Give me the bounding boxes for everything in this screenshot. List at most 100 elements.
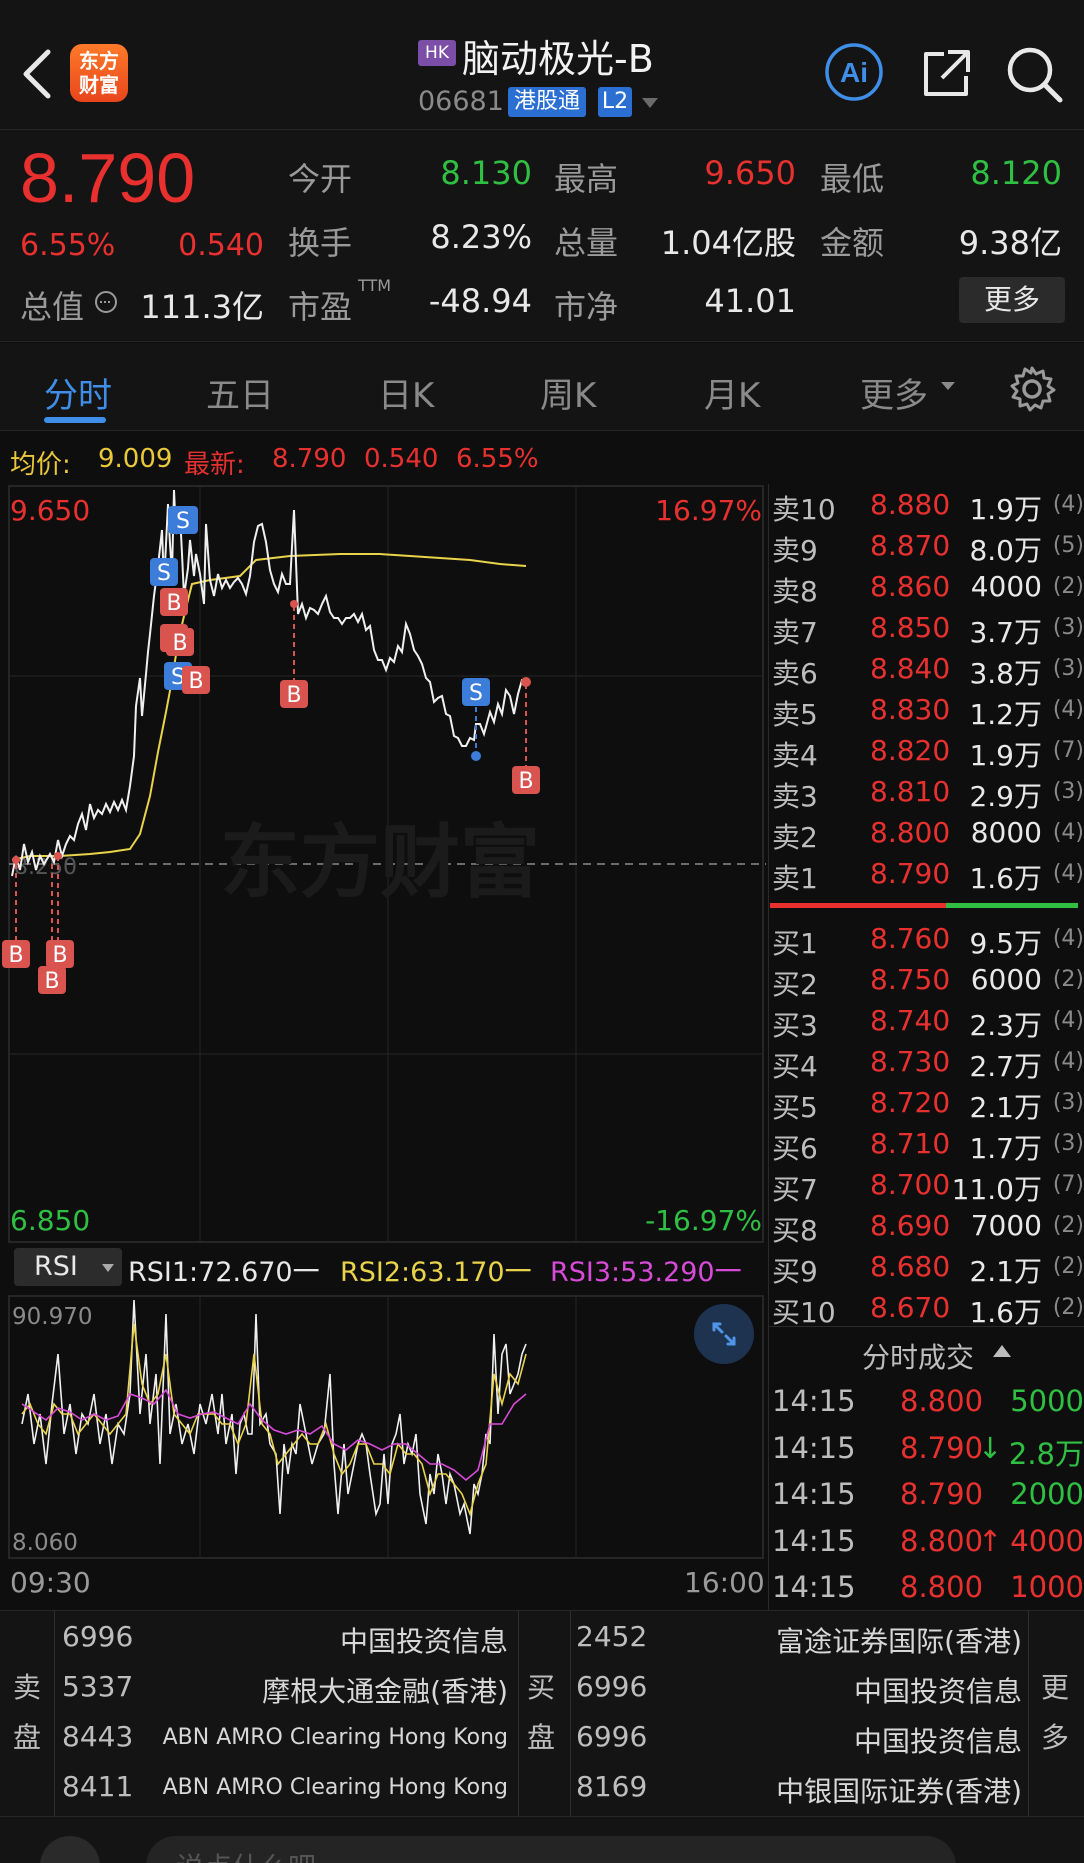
ai-icon-label: Ai bbox=[840, 57, 868, 88]
gear-icon[interactable] bbox=[1008, 365, 1056, 413]
app-logo[interactable]: 东方 财富 bbox=[70, 44, 128, 102]
bid-price: 8.690 bbox=[870, 1209, 951, 1242]
bid-level-label: 买4 bbox=[772, 1050, 818, 1083]
trade-row: 14:15 8.800 ↑ 4000 bbox=[770, 1520, 1084, 1564]
buy-broker-name[interactable]: 中国投资信息 bbox=[854, 1720, 1022, 1760]
tab-intraday[interactable]: 分时 bbox=[44, 368, 112, 417]
ask-level-label: 卖3 bbox=[772, 780, 818, 813]
ask-volume: 3.8万 bbox=[969, 657, 1042, 690]
tab-five-day[interactable]: 五日 bbox=[206, 368, 274, 417]
bid-price: 8.720 bbox=[870, 1086, 951, 1119]
indicator-dropdown-icon[interactable] bbox=[102, 1264, 114, 1272]
ask-level-label: 卖9 bbox=[772, 534, 818, 567]
ask-order-count: (4) bbox=[1052, 492, 1084, 517]
rsi-frame bbox=[8, 1295, 764, 1559]
search-icon[interactable] bbox=[1004, 44, 1064, 104]
sell-broker-name[interactable]: 摩根大通金融(香港) bbox=[262, 1670, 508, 1710]
tab-more[interactable]: 更多 bbox=[860, 368, 928, 417]
bid-row[interactable]: 买2 8.750 6000 (2) bbox=[770, 959, 1084, 1001]
latest-price-value: 8.790 bbox=[272, 444, 347, 474]
tab-monthly-k[interactable]: 月K bbox=[704, 368, 760, 417]
sell-broker-name[interactable]: ABN AMRO Clearing Hong Kong bbox=[163, 1725, 508, 1750]
expand-chart-icon[interactable] bbox=[694, 1304, 754, 1364]
ask-row[interactable]: 卖3 8.810 2.9万 (3) bbox=[770, 771, 1084, 813]
ask-order-count: (5) bbox=[1052, 533, 1084, 558]
bid-volume: 2.1万 bbox=[969, 1091, 1042, 1124]
broker-more-label-1[interactable]: 更 bbox=[1040, 1662, 1070, 1714]
back-arrow-icon[interactable] bbox=[18, 48, 58, 100]
high-value: 9.650 bbox=[704, 154, 796, 192]
broker-more-label-2[interactable]: 多 bbox=[1040, 1712, 1070, 1764]
svg-text:B: B bbox=[172, 631, 187, 656]
trades-title[interactable]: 分时成交 bbox=[862, 1336, 974, 1376]
svg-text:S: S bbox=[157, 561, 171, 586]
share-icon[interactable] bbox=[918, 46, 974, 102]
tab-more-dropdown-icon[interactable] bbox=[940, 380, 956, 392]
trade-price: 8.800 bbox=[900, 1523, 984, 1558]
ask-row[interactable]: 卖7 8.850 3.7万 (3) bbox=[770, 607, 1084, 649]
bid-row[interactable]: 买4 8.730 2.7万 (4) bbox=[770, 1041, 1084, 1083]
ask-row[interactable]: 卖4 8.820 1.9万 (7) bbox=[770, 730, 1084, 772]
ask-row[interactable]: 卖2 8.800 8000 (4) bbox=[770, 812, 1084, 854]
bid-row[interactable]: 买9 8.680 2.1万 (2) bbox=[770, 1246, 1084, 1288]
bid-price: 8.710 bbox=[870, 1127, 951, 1160]
sell-broker-name[interactable]: ABN AMRO Clearing Hong Kong bbox=[163, 1775, 508, 1800]
bid-row[interactable]: 买3 8.740 2.3万 (4) bbox=[770, 1000, 1084, 1042]
ask-order-count: (3) bbox=[1052, 615, 1084, 640]
svg-text:B: B bbox=[8, 943, 23, 968]
ask-row[interactable]: 卖1 8.790 1.6万 (4) bbox=[770, 853, 1084, 895]
ask-row[interactable]: 卖8 8.860 4000 (2) bbox=[770, 566, 1084, 608]
buy-broker-name[interactable]: 富途证券国际(香港) bbox=[776, 1620, 1022, 1660]
ask-volume: 4000 bbox=[970, 570, 1042, 603]
ai-assistant-icon[interactable]: Ai bbox=[824, 42, 884, 102]
avg-price-label: 均价: bbox=[10, 450, 71, 480]
sell-broker-name[interactable]: 中国投资信息 bbox=[340, 1620, 508, 1660]
ask-volume: 8.0万 bbox=[969, 534, 1042, 567]
bid-row[interactable]: 买6 8.710 1.7万 (3) bbox=[770, 1123, 1084, 1165]
more-quote-button[interactable]: 更多 bbox=[959, 277, 1065, 323]
bid-level-label: 买8 bbox=[772, 1214, 818, 1247]
bid-order-count: (7) bbox=[1052, 1172, 1084, 1197]
stock-switch-dropdown-icon[interactable] bbox=[642, 98, 658, 108]
bid-level-label: 买5 bbox=[772, 1091, 818, 1124]
broker-divider bbox=[518, 1610, 519, 1816]
ask-row[interactable]: 卖10 8.880 1.9万 (4) bbox=[770, 484, 1084, 526]
broker-divider bbox=[570, 1610, 571, 1816]
comment-input[interactable]: 说点什么吧 bbox=[146, 1836, 956, 1863]
tab-daily-k[interactable]: 日K bbox=[378, 368, 434, 417]
info-circle-icon[interactable] bbox=[94, 290, 118, 314]
amount-label: 金额 bbox=[820, 224, 885, 262]
bid-row[interactable]: 买7 8.700 11.0万 (7) bbox=[770, 1164, 1084, 1206]
bid-order-count: (4) bbox=[1052, 926, 1084, 951]
y-axis-max: 9.650 bbox=[10, 494, 90, 527]
amount-value: 9.38亿 bbox=[958, 224, 1062, 262]
rsi-chart[interactable]: 90.970 8.060 bbox=[0, 1294, 766, 1564]
latest-change-value: 0.540 bbox=[364, 444, 439, 474]
bid-row[interactable]: 买5 8.720 2.1万 (3) bbox=[770, 1082, 1084, 1124]
svg-text:B: B bbox=[188, 669, 203, 694]
high-label: 最高 bbox=[554, 160, 619, 198]
bid-order-count: (4) bbox=[1052, 1049, 1084, 1074]
intraday-chart[interactable]: 东方财富 9.650 6.850 16.97% -16.97% 8.250 B … bbox=[0, 484, 766, 1244]
tab-weekly-k[interactable]: 周K bbox=[540, 368, 596, 417]
bid-row[interactable]: 买10 8.670 1.6万 (2) bbox=[770, 1287, 1084, 1329]
ask-price: 8.790 bbox=[870, 857, 951, 890]
ask-row[interactable]: 卖9 8.870 8.0万 (5) bbox=[770, 525, 1084, 567]
rsi2-label: RSI2:63.170一 bbox=[340, 1257, 532, 1288]
buy-broker-name[interactable]: 中银国际证券(香港) bbox=[776, 1770, 1022, 1810]
caret-up-icon[interactable] bbox=[992, 1344, 1012, 1358]
ask-price: 8.860 bbox=[870, 570, 951, 603]
bid-order-count: (3) bbox=[1052, 1090, 1084, 1115]
level2-tag: L2 bbox=[598, 87, 632, 117]
buy-broker-name[interactable]: 中国投资信息 bbox=[854, 1670, 1022, 1710]
ask-row[interactable]: 卖5 8.830 1.2万 (4) bbox=[770, 689, 1084, 731]
bid-level-label: 买7 bbox=[772, 1173, 818, 1206]
bid-row[interactable]: 买1 8.760 9.5万 (4) bbox=[770, 918, 1084, 960]
ask-volume: 1.6万 bbox=[969, 862, 1042, 895]
rsi1-label: RSI1:72.670一 bbox=[128, 1257, 320, 1288]
ask-row[interactable]: 卖6 8.840 3.8万 (3) bbox=[770, 648, 1084, 690]
trade-time: 14:15 bbox=[772, 1384, 856, 1418]
ask-price: 8.850 bbox=[870, 611, 951, 644]
bid-row[interactable]: 买8 8.690 7000 (2) bbox=[770, 1205, 1084, 1247]
bid-volume: 7000 bbox=[970, 1209, 1042, 1242]
